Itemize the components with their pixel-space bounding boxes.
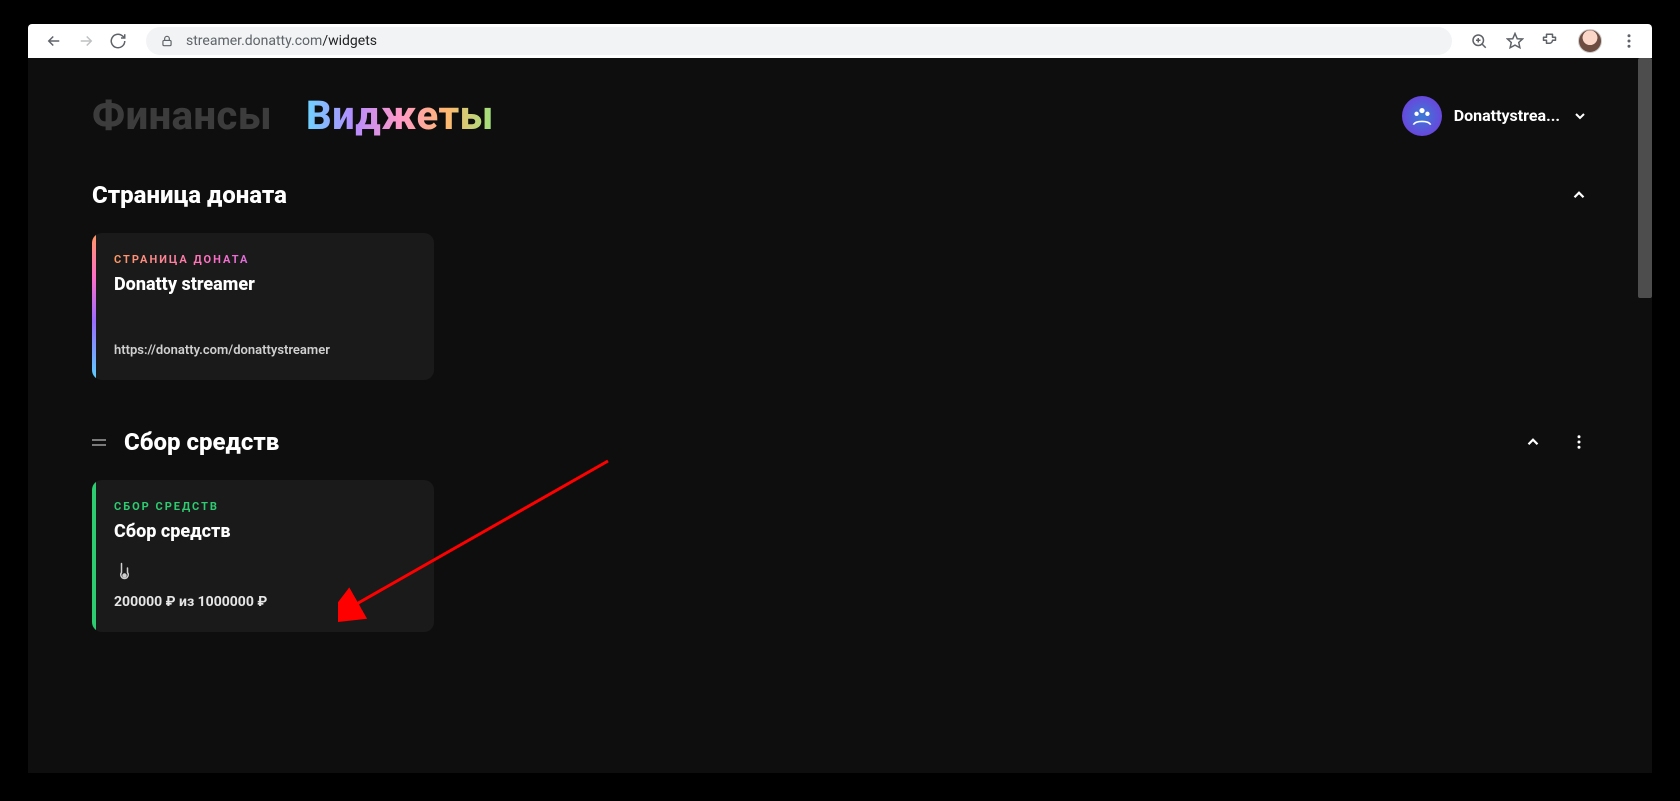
lock-icon bbox=[158, 32, 176, 50]
address-bar[interactable]: streamer.donatty.com/widgets bbox=[146, 27, 1452, 55]
section-head-donate: Страница доната bbox=[92, 181, 1588, 209]
tab-widgets[interactable]: Виджеты bbox=[306, 92, 494, 139]
section-head-fundraising: Сбор средств bbox=[92, 428, 1588, 456]
content-area: Страница доната СТРАНИЦА ДОНАТА Donatty … bbox=[28, 181, 1652, 632]
card-accent-stripe bbox=[92, 480, 96, 632]
goal-icon bbox=[114, 560, 412, 582]
fundraising-card[interactable]: СБОР СРЕДСТВ Сбор средств 200000 ₽ из 10… bbox=[92, 480, 434, 632]
collapse-toggle-fundraising[interactable] bbox=[1524, 433, 1542, 451]
section-kebab-menu[interactable] bbox=[1570, 433, 1588, 451]
top-bar: Финансы Виджеты Donattystrea... bbox=[28, 58, 1652, 149]
user-name: Donattystrea... bbox=[1454, 106, 1560, 125]
drag-handle-icon[interactable] bbox=[92, 439, 106, 446]
profile-avatar-icon[interactable] bbox=[1578, 29, 1602, 53]
bookmark-star-icon[interactable] bbox=[1506, 32, 1524, 50]
chrome-right-icons bbox=[1470, 29, 1652, 53]
section-title-fundraising: Сбор средств bbox=[124, 428, 279, 456]
donate-page-card[interactable]: СТРАНИЦА ДОНАТА Donatty streamer https:/… bbox=[92, 233, 434, 380]
collapse-toggle-donate[interactable] bbox=[1570, 186, 1588, 204]
section-title-donate: Страница доната bbox=[92, 181, 287, 209]
url-text: streamer.donatty.com/widgets bbox=[186, 33, 377, 49]
back-button[interactable] bbox=[44, 31, 64, 51]
goal-progress-text: 200000 ₽ из 1000000 ₽ bbox=[114, 594, 412, 610]
card-title: Donatty streamer bbox=[114, 274, 412, 295]
kebab-menu-icon[interactable] bbox=[1620, 32, 1638, 50]
page-viewport: Финансы Виджеты Donattystrea... Страница… bbox=[28, 58, 1652, 773]
browser-toolbar: streamer.donatty.com/widgets bbox=[28, 24, 1652, 58]
card-kicker: СБОР СРЕДСТВ bbox=[114, 500, 412, 513]
tab-finance[interactable]: Финансы bbox=[92, 92, 272, 139]
user-avatar bbox=[1402, 96, 1442, 136]
url-path: /widgets bbox=[322, 33, 377, 49]
url-host: streamer.donatty.com bbox=[186, 33, 322, 49]
card-kicker: СТРАНИЦА ДОНАТА bbox=[114, 253, 412, 266]
user-menu[interactable]: Donattystrea... bbox=[1402, 96, 1588, 136]
nav-buttons bbox=[28, 31, 128, 51]
forward-button[interactable] bbox=[76, 31, 96, 51]
card-accent-stripe bbox=[92, 233, 96, 380]
card-url: https://donatty.com/donattystreamer bbox=[114, 343, 412, 358]
chevron-down-icon bbox=[1572, 108, 1588, 124]
reload-button[interactable] bbox=[108, 31, 128, 51]
zoom-icon[interactable] bbox=[1470, 32, 1488, 50]
extensions-icon[interactable] bbox=[1542, 32, 1560, 50]
scrollbar-thumb[interactable] bbox=[1638, 58, 1652, 298]
card-title: Сбор средств bbox=[114, 521, 412, 542]
main-tabs: Финансы Виджеты bbox=[92, 92, 494, 139]
address-bar-wrap: streamer.donatty.com/widgets bbox=[146, 27, 1452, 55]
